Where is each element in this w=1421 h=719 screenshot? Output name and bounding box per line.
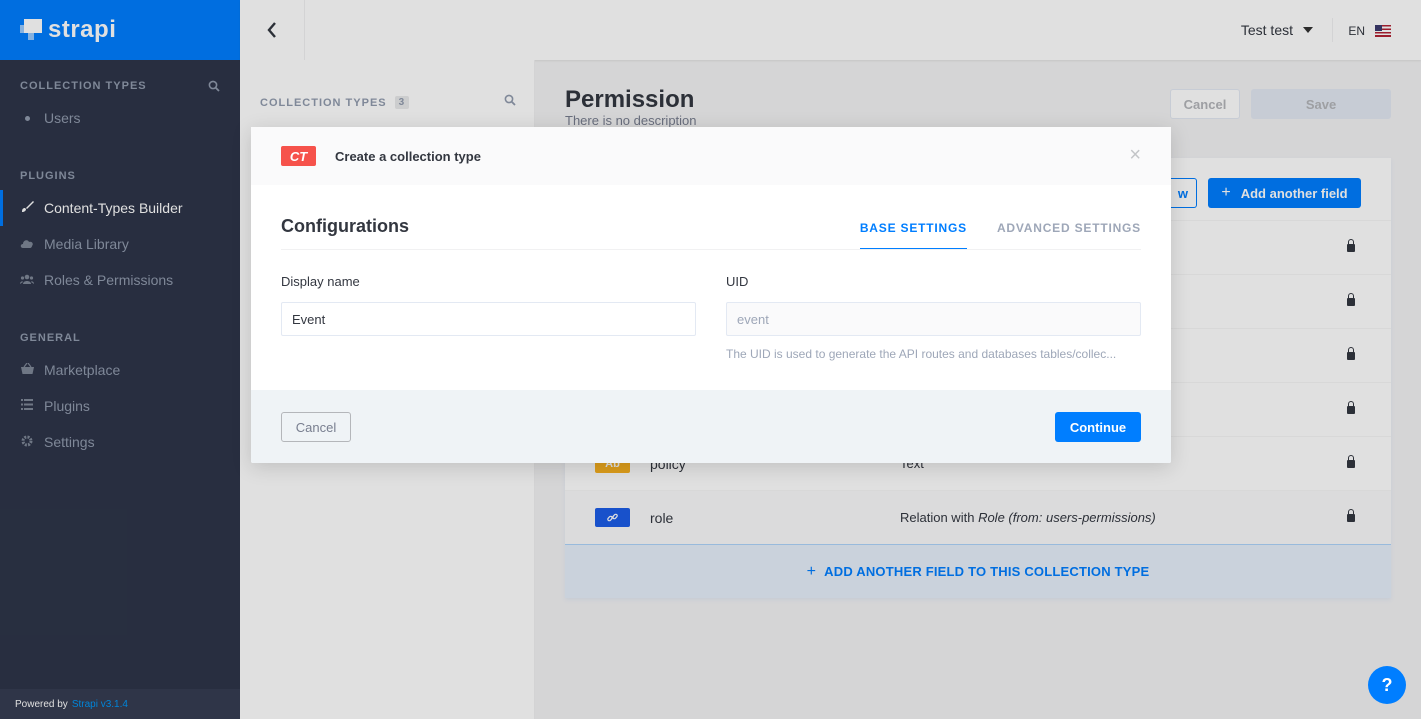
- modal-title: Create a collection type: [335, 148, 481, 164]
- help-button[interactable]: ?: [1368, 666, 1406, 704]
- uid-label: UID: [726, 274, 749, 289]
- modal-subtitle: Configurations: [281, 216, 409, 236]
- display-name-label: Display name: [281, 274, 360, 289]
- continue-button[interactable]: Continue: [1055, 412, 1141, 442]
- uid-input: event: [726, 302, 1141, 336]
- cancel-button[interactable]: Cancel: [281, 412, 351, 442]
- display-name-input[interactable]: Event: [281, 302, 696, 336]
- modal-header: CT Create a collection type ×: [251, 127, 1171, 185]
- collection-type-badge: CT: [281, 146, 316, 166]
- settings-tabs: BASE SETTINGS ADVANCED SETTINGS: [830, 221, 1141, 250]
- tabs-divider: [281, 249, 1141, 250]
- modal-footer: Cancel Continue: [251, 390, 1171, 463]
- tab-advanced-settings[interactable]: ADVANCED SETTINGS: [997, 221, 1141, 250]
- close-icon[interactable]: ×: [1129, 145, 1141, 165]
- tab-base-settings[interactable]: BASE SETTINGS: [859, 221, 967, 250]
- uid-hint: The UID is used to generate the API rout…: [726, 347, 1117, 361]
- create-collection-type-modal: CT Create a collection type × Configurat…: [251, 127, 1171, 463]
- modal-body: Configurations BASE SETTINGS ADVANCED SE…: [251, 185, 1171, 390]
